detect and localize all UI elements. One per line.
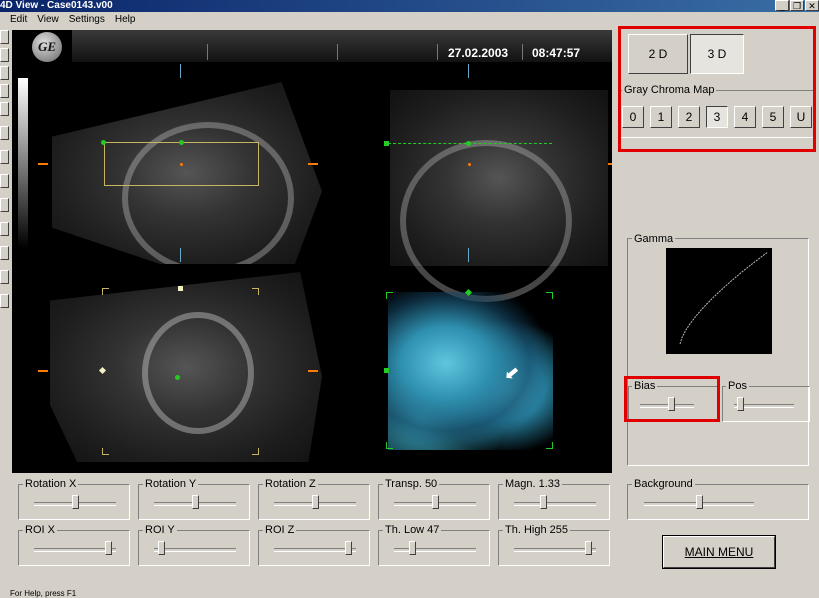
tool-button[interactable] <box>0 30 9 44</box>
slider-r1-0-thumb[interactable] <box>72 495 79 509</box>
tool-button[interactable] <box>0 48 9 62</box>
menu-help[interactable]: Help <box>115 12 136 27</box>
slider-r2-2-track[interactable] <box>274 548 356 552</box>
slider-r1-1-label: Rotation Y <box>143 478 199 490</box>
slider-r2-3-thumb[interactable] <box>409 541 416 555</box>
ge-logo: GE <box>32 32 62 62</box>
marker-dot[interactable] <box>179 140 184 145</box>
time-display: 08:47:57 <box>532 46 581 60</box>
restore-button[interactable]: ❐ <box>790 0 804 11</box>
slider-r2-4-track[interactable] <box>514 548 596 552</box>
slider-r2-4-label: Th. High 255 <box>503 524 570 536</box>
highlight-box-bias <box>624 376 720 422</box>
grayscale-bar <box>18 78 28 248</box>
pos-slider-thumb[interactable] <box>737 397 744 411</box>
slider-r2-4-thumb[interactable] <box>585 541 592 555</box>
slider-r2-3-label: Th. Low 47 <box>383 524 442 536</box>
marker-square[interactable] <box>178 286 183 291</box>
image-viewer[interactable]: 27.02.2003 08:47:57 GE ⬅ <box>12 30 612 473</box>
tool-button[interactable] <box>0 198 9 212</box>
slider-r2-0-label: ROI X <box>23 524 57 536</box>
date-display: 27.02.2003 <box>448 46 509 60</box>
tool-strip <box>0 30 9 310</box>
tool-button[interactable] <box>0 270 9 284</box>
menu-settings[interactable]: Settings <box>69 12 105 27</box>
window-controls: _ ❐ ✕ <box>775 0 819 11</box>
slider-r1-2-thumb[interactable] <box>312 495 319 509</box>
slider-r1-4-thumb[interactable] <box>540 495 547 509</box>
slider-r1-4-track[interactable] <box>514 502 596 506</box>
slider-r1-3-label: Transp. 50 <box>383 478 440 490</box>
slider-r2-1-thumb[interactable] <box>158 541 165 555</box>
marker-dot[interactable] <box>466 141 471 146</box>
slider-r1-3-thumb[interactable] <box>432 495 439 509</box>
tool-button[interactable] <box>0 174 9 188</box>
tool-button[interactable] <box>0 246 9 260</box>
volume-render-view[interactable] <box>388 292 553 450</box>
tool-button[interactable] <box>0 222 9 236</box>
highlight-box-chroma <box>618 26 816 152</box>
background-slider-thumb[interactable] <box>696 495 703 509</box>
gamma-label: Gamma <box>632 233 676 245</box>
slider-r2-1-track[interactable] <box>154 548 236 552</box>
slider-r2-0-thumb[interactable] <box>105 541 112 555</box>
marker-square[interactable] <box>384 368 389 373</box>
tool-button[interactable] <box>0 102 9 116</box>
pos-label: Pos <box>726 380 749 392</box>
marker-square[interactable] <box>384 141 389 146</box>
window-title: 4D View - Case0143.v00 <box>0 0 113 11</box>
slider-r1-4-label: Magn. 1.33 <box>503 478 563 490</box>
marker-dot[interactable] <box>175 375 180 380</box>
status-bar: For Help, press F1 <box>0 590 819 598</box>
menu-edit[interactable]: Edit <box>10 12 27 27</box>
menu-bar: Edit View Settings Help <box>0 12 819 27</box>
tool-button[interactable] <box>0 66 9 80</box>
minimize-button[interactable]: _ <box>775 0 789 11</box>
tool-button[interactable] <box>0 294 9 308</box>
slider-r2-2-thumb[interactable] <box>345 541 352 555</box>
gamma-curve-plot[interactable] <box>666 248 772 354</box>
slider-r1-2-label: Rotation Z <box>263 478 318 490</box>
title-bar: 4D View - Case0143.v00 <box>0 0 819 12</box>
status-text: For Help, press F1 <box>10 590 77 598</box>
background-label: Background <box>632 478 695 490</box>
pane-b-view[interactable] <box>390 90 608 302</box>
marker-dot[interactable] <box>101 140 106 145</box>
slider-r2-0-track[interactable] <box>34 548 116 552</box>
slider-r1-1-thumb[interactable] <box>192 495 199 509</box>
slider-r2-3-track[interactable] <box>394 548 476 552</box>
main-menu-button[interactable]: MAIN MENU <box>663 536 775 568</box>
menu-view[interactable]: View <box>37 12 59 27</box>
tool-button[interactable] <box>0 84 9 98</box>
tool-button[interactable] <box>0 150 9 164</box>
slider-r2-2-label: ROI Z <box>263 524 297 536</box>
slider-r2-1-label: ROI Y <box>143 524 177 536</box>
viewer-header: 27.02.2003 08:47:57 <box>72 30 612 62</box>
slider-r1-0-label: Rotation X <box>23 478 79 490</box>
tool-button[interactable] <box>0 126 9 140</box>
pane-c-view[interactable] <box>50 272 322 462</box>
close-button[interactable]: ✕ <box>805 0 819 11</box>
